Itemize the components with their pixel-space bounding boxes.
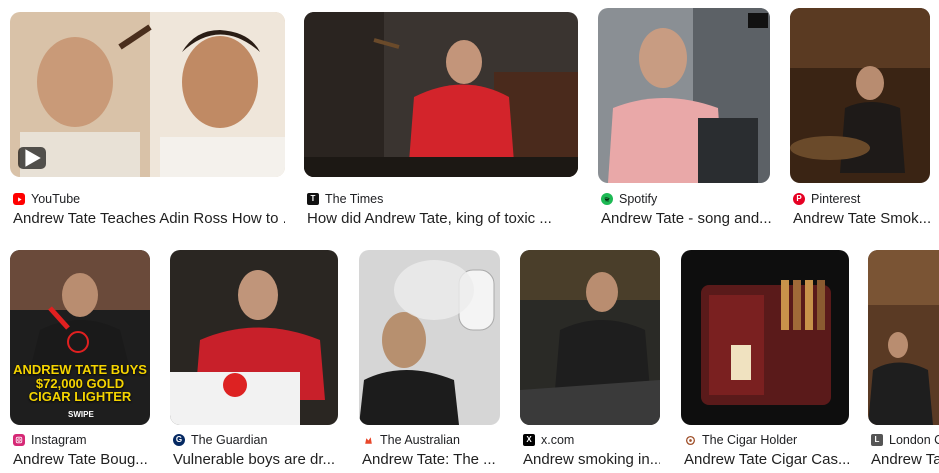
result-thumbnail[interactable] bbox=[10, 12, 285, 177]
result-thumbnail[interactable] bbox=[170, 250, 338, 425]
result-source: The Australian bbox=[362, 433, 500, 447]
source-name: Pinterest bbox=[811, 192, 861, 206]
result-title[interactable]: Andrew Tat bbox=[871, 451, 939, 468]
result-title[interactable]: Vulnerable boys are dr... bbox=[173, 451, 338, 468]
source-name: The Australian bbox=[380, 433, 460, 447]
london-icon: L bbox=[871, 434, 883, 446]
result-source: X x.com bbox=[523, 433, 660, 447]
x-icon: X bbox=[523, 434, 535, 446]
source-name: YouTube bbox=[31, 192, 81, 206]
result-thumbnail[interactable] bbox=[598, 8, 770, 183]
result-title[interactable]: Andrew Tate - song and... bbox=[601, 210, 771, 227]
result-thumbnail[interactable]: ANDREW TATE BUYS $72,000 GOLD CIGAR LIGH… bbox=[10, 250, 150, 425]
image-result-the-australian[interactable]: The Australian Andrew Tate: The ... bbox=[359, 250, 500, 472]
overlay-line: CIGAR LIGHTER bbox=[28, 389, 132, 405]
overlay-line: ANDREW TATE BUYS bbox=[13, 362, 147, 377]
image-result-pinterest[interactable]: P Pinterest Andrew Tate Smok... bbox=[790, 8, 930, 232]
video-play-icon bbox=[18, 147, 46, 169]
image-result-instagram[interactable]: ANDREW TATE BUYS $72,000 GOLD CIGAR LIGH… bbox=[10, 250, 150, 472]
result-source: G The Guardian bbox=[173, 433, 338, 447]
source-name: The Cigar Holder bbox=[702, 433, 798, 447]
image-result-the-guardian[interactable]: G The Guardian Vulnerable boys are dr... bbox=[170, 250, 338, 472]
youtube-icon bbox=[13, 193, 25, 205]
source-name: Spotify bbox=[619, 192, 658, 206]
overlay-headline: ANDREW TATE BUYS $72,000 GOLD CIGAR LIGH… bbox=[10, 363, 150, 404]
result-source: Spotify bbox=[601, 192, 771, 206]
result-title[interactable]: Andrew smoking in... bbox=[523, 451, 660, 468]
image-result-youtube[interactable]: YouTube Andrew Tate Teaches Adin Ross Ho… bbox=[10, 12, 285, 232]
result-source: L London C bbox=[871, 433, 939, 447]
result-source: Instagram bbox=[13, 433, 150, 447]
pinterest-icon: P bbox=[793, 193, 805, 205]
the-cigar-holder-icon bbox=[684, 434, 696, 446]
result-title[interactable]: Andrew Tate Teaches Adin Ross How to ... bbox=[13, 210, 285, 227]
image-result-x-com[interactable]: X x.com Andrew smoking in... bbox=[520, 250, 660, 472]
spotify-icon bbox=[601, 193, 613, 205]
result-thumbnail[interactable] bbox=[681, 250, 849, 425]
result-title[interactable]: Andrew Tate: The ... bbox=[362, 451, 500, 468]
source-name: Instagram bbox=[31, 433, 87, 447]
result-title[interactable]: Andrew Tate Cigar Cas... bbox=[684, 451, 849, 468]
result-thumbnail[interactable] bbox=[359, 250, 500, 425]
result-thumbnail[interactable] bbox=[304, 12, 578, 177]
the-guardian-icon: G bbox=[173, 434, 185, 446]
overlay-line: $72,000 GOLD bbox=[35, 375, 125, 391]
image-result-london[interactable]: L London C Andrew Tat bbox=[868, 250, 939, 472]
source-name: x.com bbox=[541, 433, 575, 447]
the-australian-icon bbox=[362, 434, 374, 446]
result-source: YouTube bbox=[13, 192, 283, 206]
result-source: T The Times bbox=[307, 192, 577, 206]
result-title[interactable]: How did Andrew Tate, king of toxic ... bbox=[307, 210, 578, 227]
result-title[interactable]: Andrew Tate Boug... bbox=[13, 451, 150, 468]
source-name: The Times bbox=[325, 192, 384, 206]
swipe-text: SWIPE bbox=[68, 410, 94, 419]
source-name: London C bbox=[889, 433, 939, 447]
result-thumbnail[interactable] bbox=[868, 250, 939, 425]
result-thumbnail[interactable] bbox=[790, 8, 930, 183]
result-thumbnail[interactable] bbox=[520, 250, 660, 425]
swipe-label: SWIPE bbox=[68, 410, 94, 419]
image-result-the-cigar-holder[interactable]: The Cigar Holder Andrew Tate Cigar Cas..… bbox=[681, 250, 849, 472]
image-result-spotify[interactable]: Spotify Andrew Tate - song and... bbox=[598, 8, 771, 232]
result-source: P Pinterest bbox=[793, 192, 930, 206]
image-result-the-times[interactable]: T The Times How did Andrew Tate, king of… bbox=[304, 12, 578, 232]
source-name: The Guardian bbox=[191, 433, 268, 447]
result-source: The Cigar Holder bbox=[684, 433, 849, 447]
instagram-icon bbox=[13, 434, 25, 446]
the-times-icon: T bbox=[307, 193, 319, 205]
result-title[interactable]: Andrew Tate Smok... bbox=[793, 210, 930, 227]
